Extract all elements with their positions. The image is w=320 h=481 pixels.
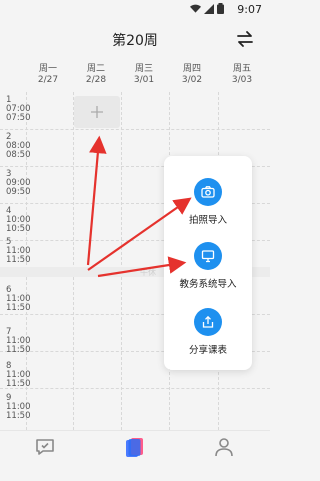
status-time: 9:07 — [237, 3, 262, 16]
period-label: 8 11:00 11:50 — [6, 362, 31, 389]
period-label: 5 11:00 11:50 — [6, 238, 31, 265]
period-end: 11:50 — [6, 411, 31, 421]
chat-check-icon — [36, 439, 54, 455]
add-course-cell[interactable] — [74, 96, 120, 128]
period-end: 11:50 — [6, 345, 31, 355]
lunch-break-label: 午休 — [140, 268, 156, 277]
nav-schedule[interactable] — [122, 435, 148, 461]
camera-icon — [194, 178, 222, 206]
photo-import-button[interactable]: 拍照导入 — [164, 178, 252, 226]
signal-icon — [204, 3, 214, 14]
wifi-icon — [190, 4, 201, 13]
day-header-row: 周一 2/27 周二 2/28 周三 3/01 周四 3/02 周五 3/03 — [0, 60, 270, 92]
grid-divider — [121, 92, 122, 430]
week-title[interactable]: 第20周 — [0, 30, 270, 50]
day-name: 周四 — [182, 64, 201, 74]
grid-divider — [0, 129, 270, 130]
status-icons — [190, 3, 224, 14]
day-header: 周三 3/01 — [122, 64, 166, 86]
period-end: 11:50 — [6, 303, 31, 313]
period-end: 08:50 — [6, 150, 31, 160]
day-name: 周二 — [86, 64, 105, 74]
swap-icon — [237, 31, 253, 47]
day-date: 3/01 — [133, 75, 155, 85]
day-name: 周三 — [134, 64, 153, 74]
period-end: 09:50 — [6, 187, 31, 197]
period-label: 6 11:00 11:50 — [6, 286, 31, 313]
battery-icon — [217, 3, 224, 14]
user-icon — [215, 438, 233, 457]
bottom-nav — [0, 430, 270, 481]
day-header: 周二 2/28 — [74, 64, 118, 86]
nav-profile[interactable] — [212, 435, 238, 461]
share-icon — [194, 308, 222, 336]
day-date: 3/03 — [231, 75, 253, 85]
period-label: 1 07:00 07:50 — [6, 96, 31, 123]
period-end: 11:50 — [6, 255, 31, 265]
period-label: 2 08:00 08:50 — [6, 133, 31, 160]
swap-week-button[interactable] — [234, 28, 256, 50]
schedule-book-icon — [126, 438, 143, 457]
share-schedule-button[interactable]: 分享课表 — [164, 308, 252, 356]
period-label: 7 11:00 11:50 — [6, 328, 31, 355]
day-date: 2/27 — [37, 75, 59, 85]
day-header: 周一 2/27 — [26, 64, 70, 86]
day-date: 2/28 — [85, 75, 107, 85]
day-name: 周一 — [38, 64, 57, 74]
grid-divider — [0, 388, 270, 389]
academic-import-button[interactable]: 教务系统导入 — [164, 242, 252, 290]
period-end: 07:50 — [6, 113, 31, 123]
plus-icon — [91, 106, 103, 118]
import-menu-popup: 拍照导入 教务系统导入 分享课表 — [164, 156, 252, 370]
day-header: 周四 3/02 — [170, 64, 214, 86]
status-bar: 9:07 — [0, 0, 270, 20]
photo-import-label: 拍照导入 — [188, 215, 227, 226]
grid-divider — [73, 92, 74, 430]
period-label: 3 09:00 09:50 — [6, 170, 31, 197]
period-label: 9 11:00 11:50 — [6, 394, 31, 421]
day-date: 3/02 — [181, 75, 203, 85]
period-end: 10:50 — [6, 224, 31, 234]
academic-import-label: 教务系统导入 — [179, 279, 237, 290]
period-end: 11:50 — [6, 379, 31, 389]
day-name: 周五 — [232, 64, 251, 74]
monitor-icon — [194, 242, 222, 270]
share-schedule-label: 分享课表 — [188, 345, 227, 356]
nav-chat[interactable] — [33, 435, 59, 461]
header: 第20周 — [0, 20, 270, 60]
period-label: 4 10:00 10:50 — [6, 207, 31, 234]
day-header: 周五 3/03 — [220, 64, 264, 86]
